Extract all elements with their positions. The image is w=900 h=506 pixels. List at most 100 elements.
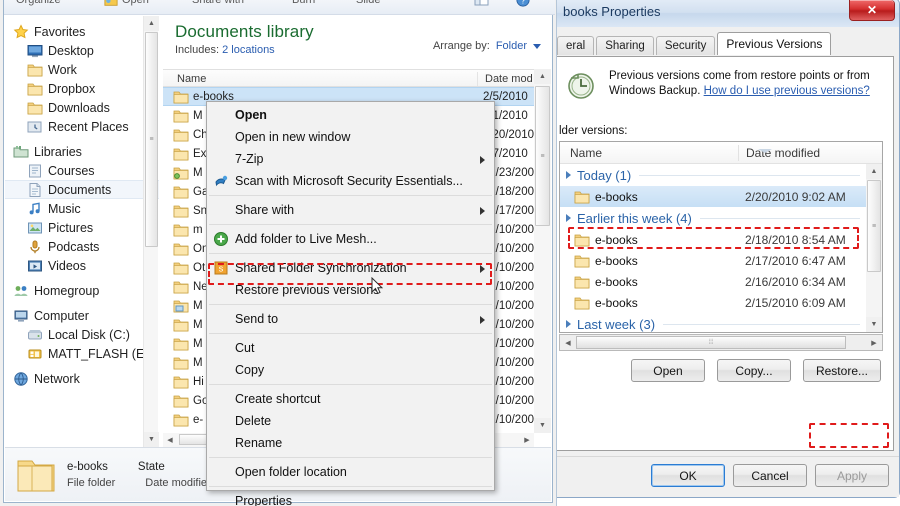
copy-button[interactable]: Copy...: [716, 359, 791, 382]
versions-rows[interactable]: Today (1) e-books 2/20/2010 9:02 AM Earlier…: [560, 164, 866, 332]
menu-item-add-folder-to-live-mesh[interactable]: Add folder to Live Mesh...: [207, 228, 494, 250]
navigation-scrollbar[interactable]: ▲ ≡ ▼: [143, 16, 159, 447]
nav-scroll-down-icon[interactable]: ▼: [144, 432, 159, 447]
nav-scroll-up-icon[interactable]: ▲: [144, 16, 159, 31]
sidebar-item-dropbox[interactable]: Dropbox: [5, 79, 165, 98]
nav-scrollbar-thumb[interactable]: ≡: [145, 32, 158, 247]
sidebar-item-podcasts[interactable]: Podcasts: [5, 237, 165, 256]
file-scroll-down-icon[interactable]: ▼: [534, 418, 551, 433]
menu-item-cut[interactable]: Cut: [207, 337, 494, 359]
tab-sharing[interactable]: Sharing: [596, 36, 654, 55]
sidebar-item-computer[interactable]: Computer: [5, 306, 165, 325]
sidebar-item-desktop[interactable]: Desktop: [5, 41, 165, 60]
chevron-right-icon[interactable]: [566, 320, 571, 328]
versions-scroll-down-icon[interactable]: ▼: [866, 317, 882, 332]
arrange-by-control[interactable]: Arrange by: Folder: [433, 40, 541, 52]
versions-scrollbar-thumb[interactable]: ≡: [867, 180, 881, 272]
versions-scroll-left-icon[interactable]: ◀: [560, 335, 576, 350]
sidebar-item-work[interactable]: Work: [5, 60, 165, 79]
version-row[interactable]: e-books 2/15/2010 6:09 AM: [560, 292, 866, 313]
toolbar-organize-button[interactable]: Organize: [16, 0, 61, 6]
file-list-scrollbar[interactable]: ▲ ≡ ▼: [534, 69, 551, 433]
help-icon[interactable]: ?: [516, 0, 530, 7]
cancel-button[interactable]: Cancel: [733, 464, 807, 487]
column-header-name[interactable]: Name: [177, 73, 206, 85]
versions-column-divider[interactable]: [738, 145, 739, 161]
sidebar-item-local-disk-c[interactable]: Local Disk (C:): [5, 325, 165, 344]
versions-hscrollbar[interactable]: ◀ ⦙⦙⦙ ▶: [559, 334, 883, 351]
toolbar-open-button[interactable]: Open: [122, 0, 149, 6]
menu-item-open-folder-location[interactable]: Open folder location: [207, 461, 494, 483]
versions-column-name[interactable]: Name: [570, 146, 602, 160]
tab-security[interactable]: Security: [655, 36, 716, 55]
sidebar-item-network[interactable]: Network: [5, 369, 165, 388]
column-header-date[interactable]: Date mod: [485, 73, 533, 85]
column-header[interactable]: Name Date mod: [163, 69, 551, 87]
sidebar-item-pictures[interactable]: Pictures: [5, 218, 165, 237]
version-group-header[interactable]: Earlier this week (4): [560, 207, 866, 229]
versions-action-buttons[interactable]: Open Copy... Restore...: [630, 359, 881, 382]
menu-item-open-in-new-window[interactable]: Open in new window: [207, 126, 494, 148]
sidebar-item-documents[interactable]: Documents: [5, 180, 165, 199]
close-icon[interactable]: ✕: [849, 0, 895, 21]
open-button[interactable]: Open: [630, 359, 705, 382]
versions-hscrollbar-thumb[interactable]: ⦙⦙⦙: [576, 336, 846, 349]
version-row[interactable]: e-books 2/16/2010 6:34 AM: [560, 271, 866, 292]
chevron-right-icon[interactable]: [566, 214, 571, 222]
version-row[interactable]: e-books 2/18/2010 8:54 AM: [560, 229, 866, 250]
includes-locations-link[interactable]: 2 locations: [222, 44, 275, 56]
context-menu[interactable]: Open Open in new window 7-Zip Scan with Mic…: [206, 101, 495, 506]
menu-item-open[interactable]: Open: [207, 104, 494, 126]
menu-item-rename[interactable]: Rename: [207, 432, 494, 454]
menu-item-copy[interactable]: Copy: [207, 359, 494, 381]
column-divider[interactable]: [477, 72, 478, 86]
menu-item-share-with[interactable]: Share with: [207, 199, 494, 221]
dialog-footer-buttons[interactable]: OK Cancel Apply: [651, 464, 889, 487]
version-group-header[interactable]: Today (1): [560, 164, 866, 186]
menu-item-send-to[interactable]: Send to: [207, 308, 494, 330]
previous-versions-help-link[interactable]: How do I use previous versions?: [704, 85, 870, 97]
menu-item-shared-folder-synchronization[interactable]: s Shared Folder Synchronization: [207, 257, 494, 279]
menu-item-create-shortcut[interactable]: Create shortcut: [207, 388, 494, 410]
versions-column-header[interactable]: Name Date modified: [560, 142, 882, 164]
menu-item-scan-with-microsoft-security-essentials[interactable]: Scan with Microsoft Security Essentials.…: [207, 170, 494, 192]
menu-item-restore-previous-versions[interactable]: Restore previous versions: [207, 279, 494, 301]
menu-item-delete[interactable]: Delete: [207, 410, 494, 432]
view-layout-icon[interactable]: [474, 0, 489, 7]
versions-list[interactable]: Name Date modified Today (1) e-books 2/20/…: [559, 141, 883, 333]
menu-item-properties[interactable]: Properties: [207, 490, 494, 506]
versions-scrollbar[interactable]: ▲ ≡ ▼: [866, 164, 882, 332]
sidebar-item-matt-flash-e[interactable]: MATT_FLASH (E:: [5, 344, 165, 363]
arrange-by-value[interactable]: Folder: [496, 40, 527, 52]
sidebar-item-videos[interactable]: Videos: [5, 256, 165, 275]
restore-button[interactable]: Restore...: [802, 359, 881, 382]
tab-previous-versions[interactable]: Previous Versions: [717, 32, 832, 55]
chevron-down-icon[interactable]: [533, 43, 541, 49]
toolbar-slideshow-button[interactable]: Slide: [356, 0, 380, 6]
navigation-pane[interactable]: Favorites Desktop Work Dropbox Downloads Rece…: [5, 16, 165, 447]
sidebar-item-courses[interactable]: Courses: [5, 161, 165, 180]
version-group-header[interactable]: Last week (3): [560, 313, 866, 332]
version-row[interactable]: e-books 2/20/2010 9:02 AM: [560, 186, 866, 207]
sidebar-item-homegroup[interactable]: Homegroup: [5, 281, 165, 300]
file-scrollbar-thumb[interactable]: ≡: [535, 86, 550, 226]
file-scroll-left-icon[interactable]: ◀: [163, 433, 177, 447]
sidebar-item-recent-places[interactable]: Recent Places: [5, 117, 165, 136]
toolbar-burn-button[interactable]: Burn: [292, 0, 315, 6]
dialog-title-bar[interactable]: books Properties ✕: [557, 0, 899, 27]
sidebar-item-downloads[interactable]: Downloads: [5, 98, 165, 117]
chevron-right-icon[interactable]: [566, 171, 571, 179]
menu-item-7-zip[interactable]: 7-Zip: [207, 148, 494, 170]
file-scroll-up-icon[interactable]: ▲: [534, 69, 551, 84]
ok-button[interactable]: OK: [651, 464, 725, 487]
sidebar-item-music[interactable]: Music: [5, 199, 165, 218]
dialog-tabs[interactable]: eral Sharing Security Previous Versions: [557, 32, 833, 55]
versions-scroll-right-icon[interactable]: ▶: [866, 335, 882, 350]
sidebar-item-favorites[interactable]: Favorites: [5, 22, 165, 41]
file-scroll-right-icon[interactable]: ▶: [520, 433, 534, 447]
sidebar-item-libraries[interactable]: Libraries: [5, 142, 165, 161]
tab-eral[interactable]: eral: [557, 36, 595, 55]
versions-scroll-up-icon[interactable]: ▲: [866, 164, 882, 179]
toolbar-share-with-button[interactable]: Share with: [192, 0, 244, 6]
version-row[interactable]: e-books 2/17/2010 6:47 AM: [560, 250, 866, 271]
